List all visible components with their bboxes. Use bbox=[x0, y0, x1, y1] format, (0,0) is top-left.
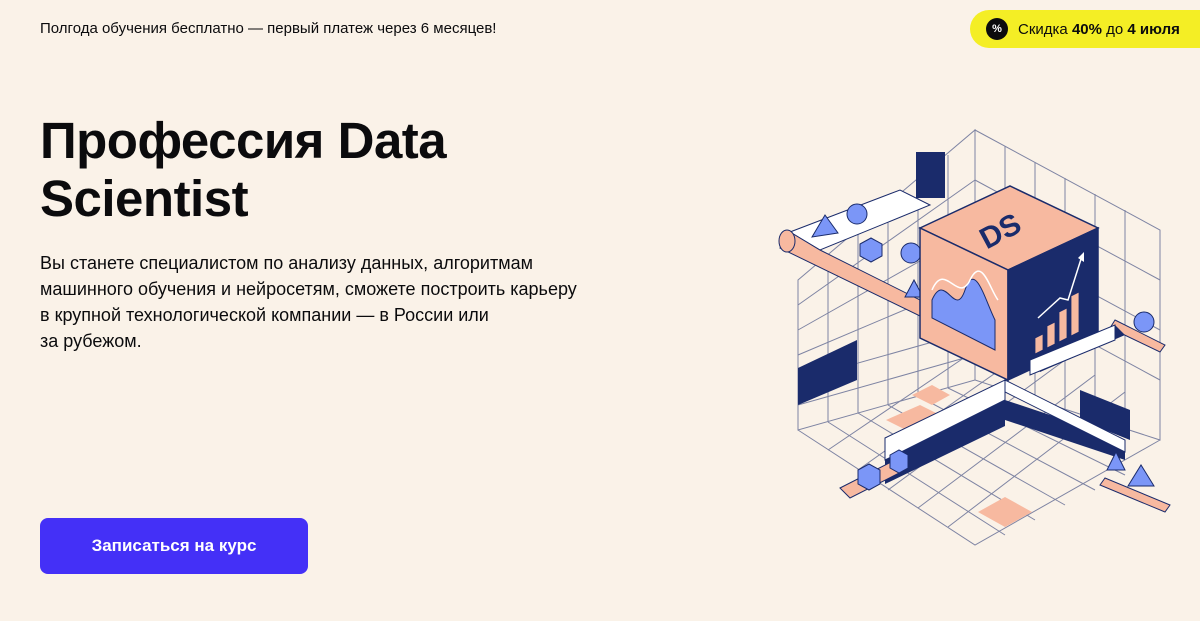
page-title: Профессия Data Scientist bbox=[40, 112, 447, 227]
description-line: в крупной технологической компании — в Р… bbox=[40, 305, 489, 325]
description-line: за рубежом. bbox=[40, 331, 142, 351]
discount-prefix: Скидка bbox=[1018, 20, 1072, 38]
percent-icon: % bbox=[986, 18, 1008, 40]
landing-hero: Полгода обучения бесплатно — первый плат… bbox=[0, 0, 1200, 621]
discount-text: Скидка 40% до 4 июля bbox=[1018, 21, 1180, 38]
description-line: машинного обучения и нейросетям, сможете… bbox=[40, 279, 577, 299]
enroll-button[interactable]: Записаться на курс bbox=[40, 518, 308, 574]
description-line: Вы станете специалистом по анализу данны… bbox=[40, 253, 533, 273]
sphere-object bbox=[900, 242, 922, 264]
cube-object bbox=[857, 463, 881, 491]
promo-text: Полгода обучения бесплатно — первый плат… bbox=[40, 20, 497, 37]
wall-block bbox=[916, 152, 945, 198]
pyramid-object bbox=[1127, 464, 1155, 487]
conveyor-roller bbox=[778, 229, 796, 253]
discount-middle: до bbox=[1101, 20, 1128, 38]
sphere-object bbox=[846, 203, 868, 225]
discount-amount: 40% bbox=[1071, 20, 1102, 38]
cube-object bbox=[889, 449, 909, 474]
discount-badge[interactable]: % Скидка 40% до 4 июля bbox=[970, 10, 1200, 48]
discount-date: 4 июля bbox=[1127, 20, 1180, 38]
data-science-cube-illustration: DS bbox=[778, 128, 1171, 546]
hero-description: Вы станете специалистом по анализу данны… bbox=[40, 250, 620, 354]
sphere-object bbox=[1133, 311, 1155, 333]
